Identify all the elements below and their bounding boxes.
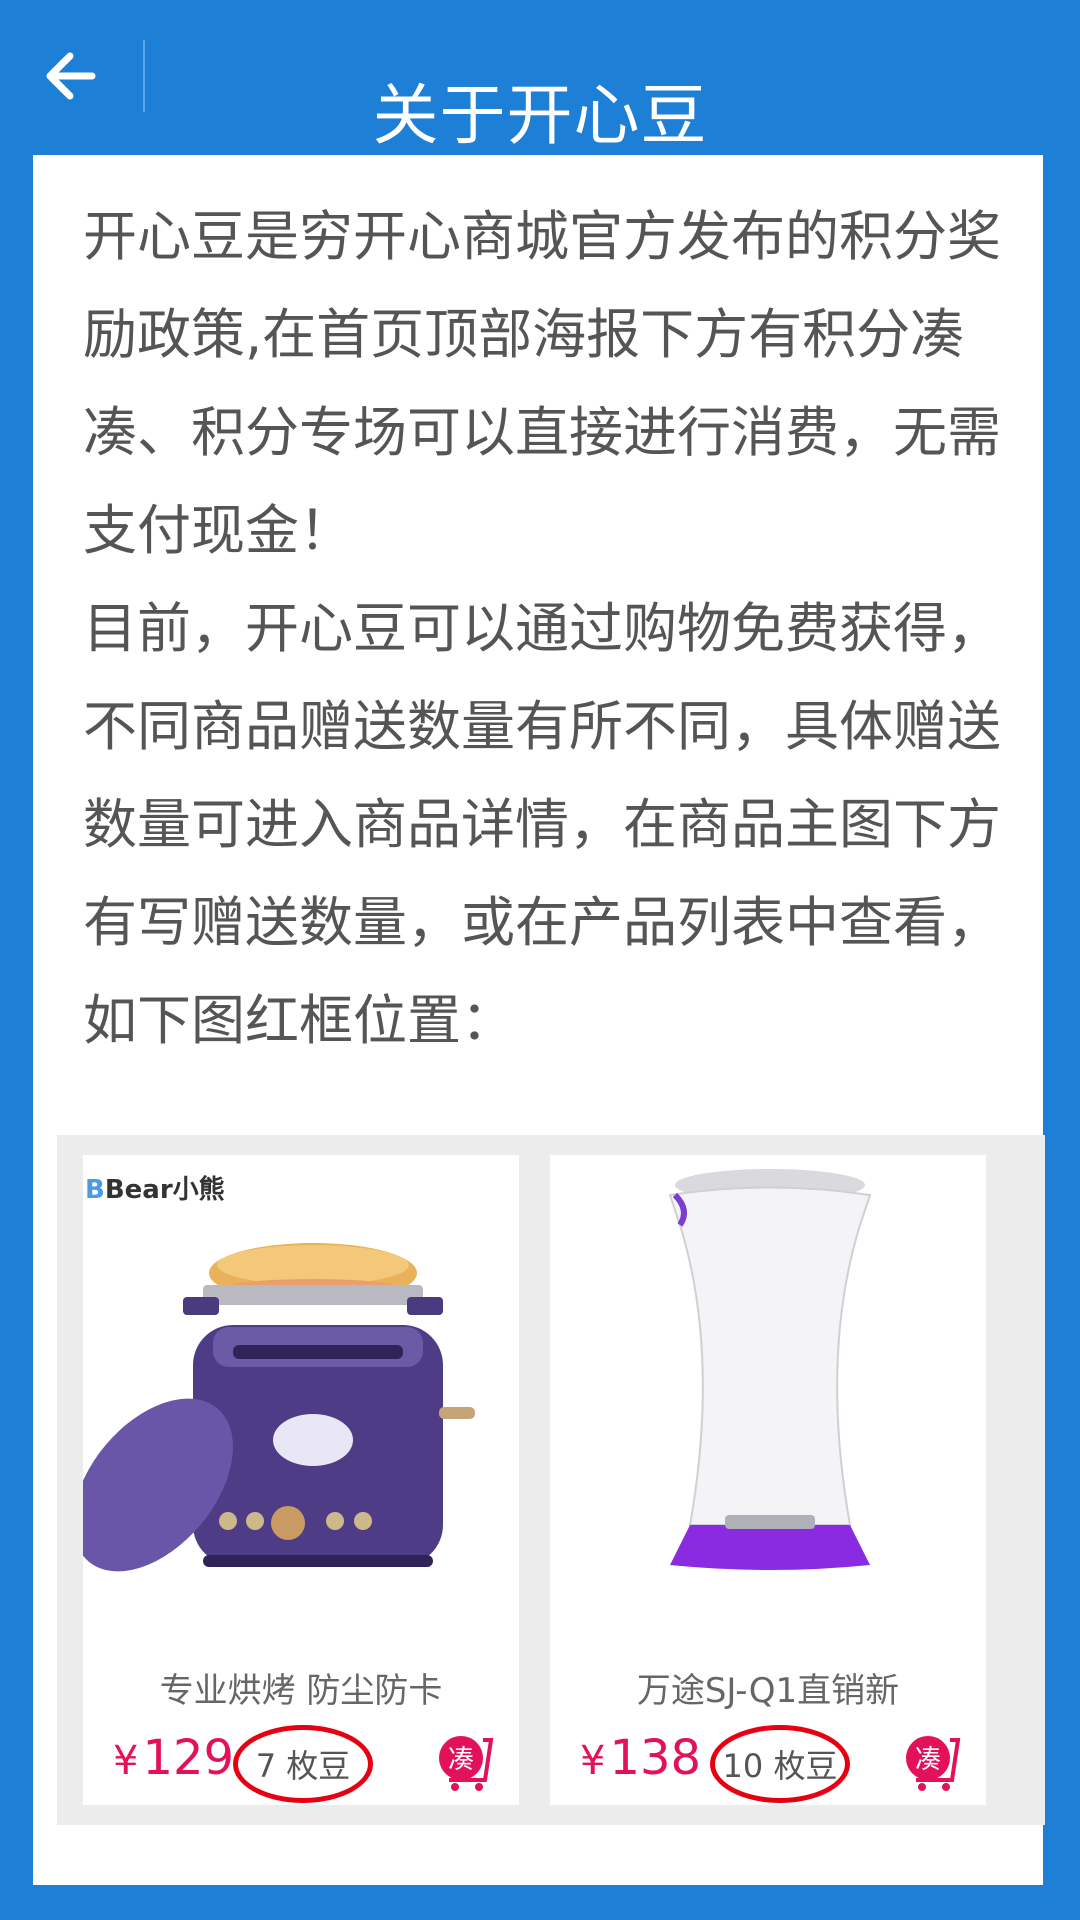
article-paragraph-2: 目前，开心豆可以通过购物免费获得，不同商品赠送数量有所不同，具体赠送数量可进入商… — [83, 597, 1001, 1052]
bean-count-badge: 10 枚豆 — [710, 1725, 850, 1803]
product-price: ¥129 — [113, 1730, 234, 1786]
currency-symbol: ¥ — [580, 1738, 606, 1784]
cart-icon[interactable]: 凑 — [435, 1730, 497, 1792]
product-list-screenshot: BBear小熊 专业烘烤 防尘防卡 ¥129 7 枚豆 凑 万途SJ-Q1直销新… — [57, 1135, 1045, 1825]
cart-icon[interactable]: 凑 — [902, 1730, 964, 1792]
article-paragraph-1: 开心豆是穷开心商城官方发布的积分奖励政策,在首页顶部海报下方有积分凑凑、积分专场… — [83, 205, 1001, 562]
price-value: 129 — [142, 1730, 235, 1786]
top-bar: 关于开心豆 — [0, 0, 1080, 155]
toaster-image — [83, 1243, 475, 1572]
content-card: 开心豆是穷开心商城官方发布的积分奖励政策,在首页顶部海报下方有积分凑凑、积分专场… — [33, 155, 1045, 1885]
brand-name: Bear小熊 — [104, 1175, 225, 1205]
page-title: 关于开心豆 — [372, 77, 708, 154]
currency-symbol: ¥ — [113, 1738, 139, 1784]
product-card[interactable]: 万途SJ-Q1直销新 ¥138 10 枚豆 凑 — [550, 1155, 986, 1805]
brand-logo: BBear小熊 — [85, 1175, 225, 1205]
product-card[interactable]: BBear小熊 专业烘烤 防尘防卡 ¥129 7 枚豆 凑 — [83, 1155, 519, 1805]
product-name: 专业烘烤 防尘防卡 — [159, 1671, 443, 1711]
bean-count-badge: 7 枚豆 — [233, 1725, 373, 1803]
cou-label: 凑 — [448, 1745, 474, 1775]
cou-label: 凑 — [915, 1745, 941, 1775]
price-value: 138 — [609, 1730, 702, 1786]
humidifier-image — [668, 1169, 872, 1570]
article-text: 开心豆是穷开心商城官方发布的积分奖励政策,在首页顶部海报下方有积分凑凑、积分专场… — [83, 188, 1023, 1070]
product-price: ¥138 — [580, 1730, 701, 1786]
product-name: 万途SJ-Q1直销新 — [636, 1671, 900, 1711]
